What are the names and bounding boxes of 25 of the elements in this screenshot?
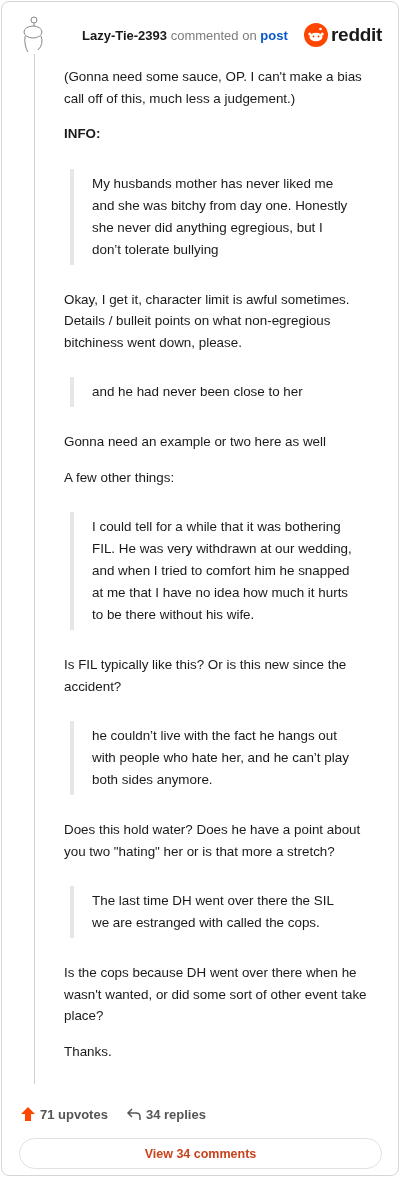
comment-paragraph: (Gonna need some sauce, OP. I can't make a bias call off of this, much less a judgement.): [64, 68, 363, 108]
quote-text: The last time DH went over there the SIL we are estranged with called the cops.: [92, 892, 335, 932]
comment-paragraph: Gonna need an example or two here as well: [64, 433, 328, 451]
reply-icon[interactable]: [125, 1106, 142, 1122]
reddit-logo-icon: [304, 23, 328, 47]
comment-paragraph: Thanks.: [64, 1042, 113, 1061]
brand-name: reddit: [331, 24, 382, 46]
upvote-count: 71 upvotes: [40, 1106, 108, 1122]
comment-paragraph: Is FIL typically like this? Or is this new since the accident?: [64, 656, 348, 696]
quote-text: and he had never been close to her: [92, 383, 303, 401]
post-link[interactable]: post: [260, 27, 288, 43]
avatar-icon: [20, 16, 46, 54]
upvote-icon[interactable]: [20, 1106, 36, 1122]
quote-text: My husbands mother has never liked me and she was bitchy from day one. Honestly she never did anything egregious, but I don’t tolerate bullying: [92, 174, 349, 259]
quote-text: he couldn’t live with the fact he hangs out with people who hate her, and he can’t play both sides anymore.: [92, 727, 350, 789]
quote-text: I could tell for a while that it was bothering FIL. He was very withdrawn at our wedding, and when I tried to comfort him he snapped at me that I have no idea how much it hurts to be there without his wife.: [92, 518, 352, 624]
action-text: commented on: [170, 27, 257, 43]
comment-heading: INFO:: [64, 125, 102, 143]
comment-paragraph: Does this hold water? Does he have a point about you two "hating" her or is that more a stretch?: [64, 821, 362, 861]
view-comments-button[interactable]: View 34 comments: [19, 1138, 382, 1169]
comment-paragraph: Okay, I get it, character limit is awful sometimes. Details / bulleit points on what non-egregious bitchiness went down, please.: [64, 290, 351, 352]
reply-count: 34 replies: [145, 1106, 206, 1122]
comment-paragraph: A few other things:: [64, 468, 176, 487]
username[interactable]: Lazy-Tie-2393: [82, 27, 168, 43]
comment-paragraph: Is the cops because DH went over there when he wasn't wanted, or did some sort of other event take place?: [64, 964, 368, 1025]
